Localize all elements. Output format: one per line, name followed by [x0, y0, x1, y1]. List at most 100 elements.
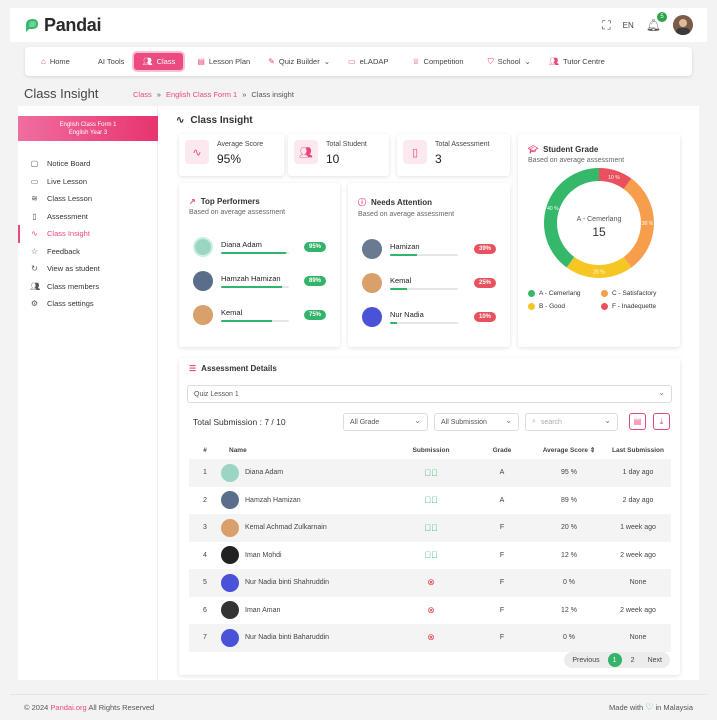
score-pill: 25%: [473, 278, 496, 288]
table-row[interactable]: 5 Nur Nadia binti Shahruddin ⊗ F 0 % None: [189, 569, 671, 597]
brand-name: Pandai: [44, 14, 102, 35]
performer-row[interactable]: Kemal 75%: [179, 298, 340, 332]
student-name: Iman Aman: [245, 606, 281, 614]
submission-status: ✓⃝: [391, 550, 471, 560]
table-row[interactable]: 3 Kemal Achmad Zulkarnain ✓⃝ F 20 % 1 week ag…: [189, 514, 671, 542]
site-link[interactable]: Pandai.org: [50, 703, 86, 712]
clipboard-icon: ▯: [32, 211, 37, 221]
progress-fill: [221, 252, 286, 254]
attention-row[interactable]: Kemal 25%: [348, 266, 510, 300]
brand-logo[interactable]: Pandai: [24, 14, 102, 36]
table-row[interactable]: 4 Iman Mohdi ✓⃝ F 12 % 2 week ago: [189, 542, 671, 570]
sidebar-item-assessment[interactable]: ▯ Assessment: [18, 208, 157, 226]
message-icon: ▢: [30, 159, 39, 169]
attention-row[interactable]: Nur Nadia 10%: [348, 300, 510, 334]
performer-row[interactable]: Hamzah Hamizan 89%: [179, 264, 340, 298]
quiz-select[interactable]: Quiz Lesson 1: [187, 385, 672, 403]
sidebar-item-notice-board[interactable]: ▢ Notice Board: [18, 155, 157, 173]
breadcrumb-class[interactable]: Class: [133, 90, 152, 99]
assessment-table: # Name Submission Grade Average Score ⇕ …: [189, 441, 671, 652]
stat-label: Total Assessment: [435, 141, 490, 148]
clipboard-icon: ▯: [403, 140, 427, 164]
nav-class[interactable]: 👥︎ Class: [134, 53, 184, 70]
pandai-logo-icon: [26, 19, 38, 32]
table-row[interactable]: 2 Hamzah Hamizan ✓⃝ A 89 % 2 day ago: [189, 487, 671, 515]
donut-slice-label: 30 %: [642, 221, 654, 227]
nav-lesson-plan[interactable]: ▤ Lesson Plan: [189, 53, 258, 70]
attention-row[interactable]: Hamizan 39%: [348, 232, 510, 266]
performer-name: Diana Adam: [221, 240, 262, 249]
avatar: [221, 573, 239, 592]
legend-swatch: [601, 290, 608, 297]
nav-quiz-builder[interactable]: ✎ Quiz Builder ⌄: [260, 53, 338, 70]
user-avatar[interactable]: [673, 15, 693, 35]
download-button[interactable]: ⤓: [653, 413, 670, 430]
nav-eladap[interactable]: ▭ eLADAP: [340, 53, 396, 70]
stat-value: 95%: [217, 152, 242, 166]
table-row[interactable]: 1 Diana Adam ✓⃝ A 95 % 1 day ago: [189, 459, 671, 487]
sidebar-item-class-insight[interactable]: ∿ Class Insight: [18, 225, 157, 243]
row-name-cell: Iman Mohdi: [221, 546, 391, 565]
row-grade: F: [499, 606, 505, 614]
panel-subtitle: Based on average assessment: [189, 209, 286, 216]
submission-filter[interactable]: All Submission: [434, 413, 519, 431]
page-1-button[interactable]: 1: [607, 653, 622, 667]
performer-row[interactable]: Diana Adam 95%: [179, 230, 340, 264]
page-2-button[interactable]: 2: [626, 653, 640, 667]
panel-title: Needs Attention: [371, 198, 433, 207]
student-name: Kemal: [390, 276, 412, 285]
nav-school[interactable]: ⛉ School ⌄: [480, 53, 539, 71]
main-panel: English Class Form 1 English Year 3 ▢ Not…: [18, 106, 699, 680]
activity-icon: ∿: [176, 115, 185, 126]
notification-bell-icon[interactable]: 🔔︎ 5: [646, 12, 667, 32]
breadcrumb: Class » English Class Form 1 » Class ins…: [133, 90, 294, 99]
panel-title: Assessment Details: [201, 364, 277, 373]
avatar: [362, 307, 382, 327]
table-row[interactable]: 6 Iman Aman ⊗ F 12 % 2 week ago: [189, 597, 671, 625]
download-icon: ⤓: [659, 416, 664, 426]
breadcrumb-course[interactable]: English Class Form 1: [166, 90, 237, 99]
activity-icon: ∿: [185, 140, 209, 164]
fullscreen-icon[interactable]: ⛶: [602, 18, 610, 33]
table-row[interactable]: 7 Nur Nadia binti Baharuddin ⊗ F 0 % None: [189, 624, 671, 652]
sidebar-item-class-settings[interactable]: ⚙ Class settings: [18, 295, 157, 313]
row-score: 12 %: [561, 606, 577, 614]
stat-card-total-student: 👥︎ Total Student 10: [288, 134, 389, 176]
sidebar-item-class-members[interactable]: 👥︎ Class members: [18, 278, 157, 296]
row-last-submission: 2 day ago: [622, 496, 654, 504]
activity-icon: ∿: [31, 229, 38, 239]
donut-slice-label: 20 %: [593, 270, 605, 276]
previous-page-button[interactable]: Previous: [568, 657, 603, 664]
row-grade: A: [499, 496, 505, 504]
avatar: [362, 273, 382, 293]
search-input[interactable]: ⌕ search: [525, 413, 618, 431]
next-page-button[interactable]: Next: [644, 657, 666, 664]
panel-subtitle: Based on average assessment: [358, 211, 455, 218]
nav-ai-tools[interactable]: AI Tools: [90, 53, 133, 70]
monitor-icon: ▭: [348, 57, 356, 66]
progress-bar: [390, 322, 458, 324]
row-score: 0 %: [562, 579, 576, 587]
row-score: 12 %: [561, 551, 577, 559]
stat-label: Average Score: [217, 141, 264, 148]
sidebar-item-view-as-student[interactable]: ↻ View as student: [18, 260, 157, 278]
legend-item: A - Cemerlang: [528, 290, 597, 297]
language-selector[interactable]: EN: [623, 21, 634, 30]
row-score: 95 %: [561, 469, 577, 477]
export-pdf-button[interactable]: ▤: [629, 413, 646, 430]
nav-home[interactable]: ⌂ Home: [33, 53, 78, 70]
top-performers-card: ↗ Top Performers Based on average assessm…: [179, 183, 340, 347]
sidebar-item-class-lesson[interactable]: ≋ Class Lesson: [18, 190, 157, 208]
course-card[interactable]: English Class Form 1 English Year 3: [18, 116, 158, 141]
sidebar-item-live-lesson[interactable]: ▭ Live Lesson: [18, 173, 157, 191]
submission-status: ⊗: [391, 577, 471, 588]
alert-icon: ⓘ: [358, 198, 366, 207]
submission-status: ⊗: [391, 605, 471, 616]
col-average-score[interactable]: Average Score ⇕: [533, 446, 605, 454]
nav-competition[interactable]: ♕ Competition: [404, 53, 471, 70]
student-name: Nur Nadia binti Baharuddin: [245, 634, 330, 642]
nav-tutor-centre[interactable]: 👥︎ Tutor Centre: [541, 53, 613, 70]
grade-filter[interactable]: All Grade: [343, 413, 428, 431]
stat-value: 3: [435, 152, 442, 166]
sidebar-item-feedback[interactable]: ☆ Feedback: [18, 243, 157, 261]
